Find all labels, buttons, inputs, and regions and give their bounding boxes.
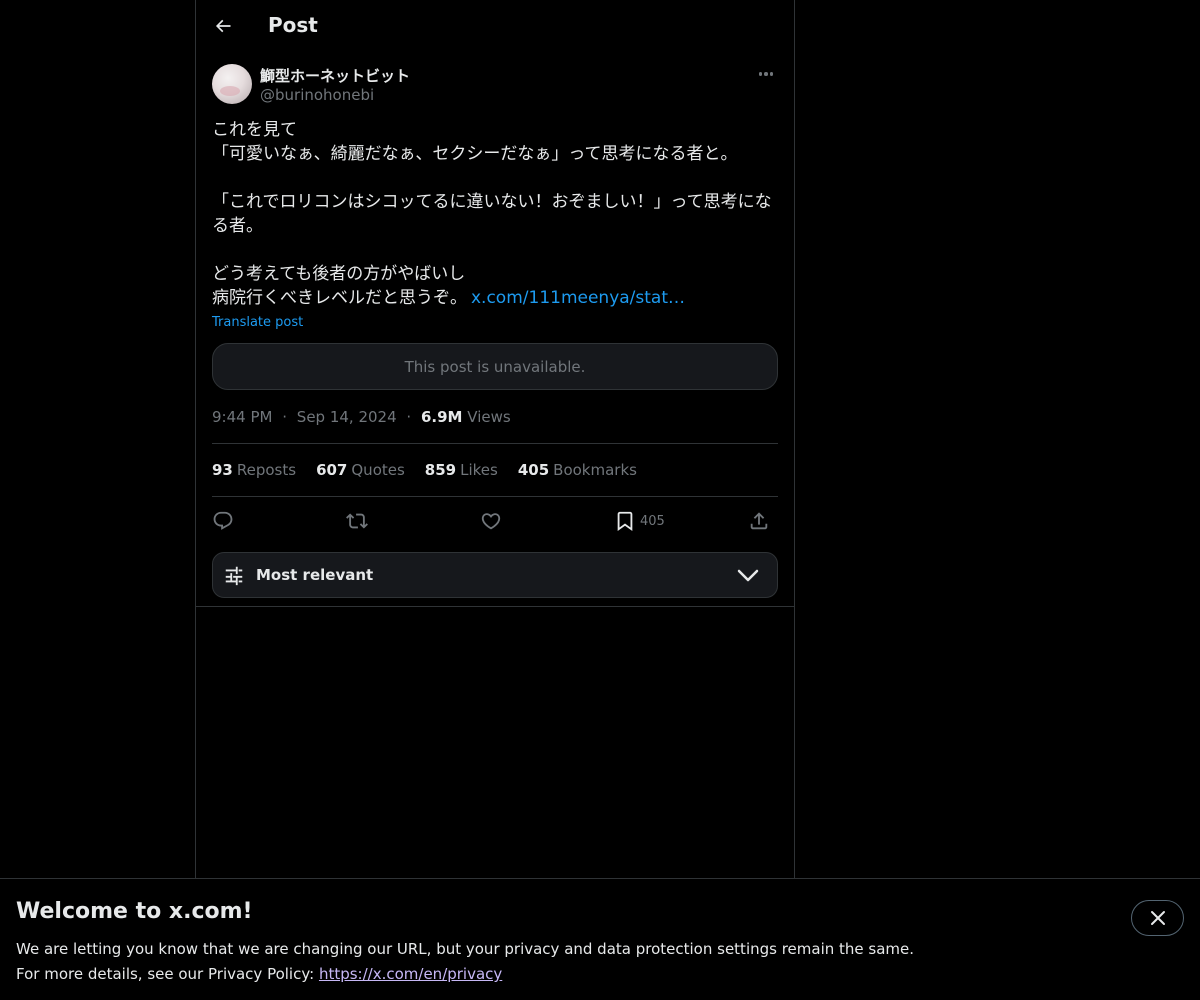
views-label: Views <box>467 408 511 426</box>
banner-line: We are letting you know that we are chan… <box>16 940 915 958</box>
top-bar: Post <box>196 0 794 53</box>
share-icon <box>750 512 768 530</box>
page-title: Post <box>268 13 318 37</box>
privacy-policy-link[interactable]: https://x.com/en/privacy <box>319 965 502 983</box>
reposts-count: 93 <box>212 461 233 479</box>
bookmarks-count: 405 <box>517 461 550 479</box>
reply-sort-dropdown[interactable]: Most relevant <box>212 552 778 598</box>
meta-separator: · <box>406 408 412 426</box>
likes-label: Likes <box>460 461 498 479</box>
reply-button[interactable] <box>212 508 234 534</box>
post-text-line: これを見て <box>212 120 297 140</box>
post-meta: 9:44 PM · Sep 14, 2024 · 6.9M Views <box>212 408 511 426</box>
chevron-down-icon <box>737 569 759 582</box>
bookmark-icon <box>617 511 633 532</box>
post-text: これを見て 「可愛いなぁ、綺麗だなぁ、セクシーだなぁ」って思考になる者と。 「こ… <box>212 118 778 310</box>
banner-line-2: For more details, see our Privacy Policy… <box>16 962 914 987</box>
likes-stat[interactable]: 859 Likes <box>425 461 498 479</box>
like-icon <box>481 513 501 530</box>
sort-label: Most relevant <box>256 566 374 584</box>
post-text-line: 病院行くべきレベルだと思うぞ。 <box>212 288 467 308</box>
divider <box>196 606 794 607</box>
like-button[interactable] <box>480 508 502 534</box>
repost-button[interactable] <box>346 508 368 534</box>
url-change-banner: Welcome to x.com! We are letting you kno… <box>0 878 1200 1000</box>
divider <box>212 443 778 444</box>
arrow-left-icon <box>215 19 231 33</box>
close-banner-button[interactable] <box>1131 900 1184 936</box>
post-stats: 93 Reposts 607 Quotes 859 Likes 405 Bookmark… <box>212 461 637 479</box>
post-author: 鰤型ホーネットビット @burinohonebi <box>212 64 778 108</box>
meta-separator: · <box>282 408 288 426</box>
action-bar: 405 <box>212 508 778 534</box>
post-text-line: る者。 <box>212 216 263 236</box>
post-text-line: 「これでロリコンはシコッてるに違いない！おぞましい！」って思考にな <box>212 192 772 212</box>
share-button[interactable] <box>748 508 770 534</box>
translate-post-link[interactable]: Translate post <box>212 315 303 330</box>
sliders-icon <box>225 566 243 586</box>
quoted-post-unavailable: This post is unavailable. <box>212 343 778 390</box>
quotes-label: Quotes <box>351 461 405 479</box>
post-text-line: 「可愛いなぁ、綺麗だなぁ、セクシーだなぁ」って思考になる者と。 <box>212 144 738 164</box>
more-icon[interactable] <box>754 64 778 84</box>
divider <box>212 496 778 497</box>
quotes-count: 607 <box>316 461 348 479</box>
author-name[interactable]: 鰤型ホーネットビット <box>260 65 410 86</box>
reposts-label: Reposts <box>236 461 297 479</box>
close-icon <box>1150 911 1165 925</box>
views-count: 6.9M <box>420 408 463 426</box>
post-time[interactable]: 9:44 PM <box>212 408 272 426</box>
post-text-line <box>212 238 778 262</box>
author-handle[interactable]: @burinohonebi <box>260 86 374 104</box>
banner-line-prefix: For more details, see our Privacy Policy… <box>16 965 319 983</box>
avatar[interactable] <box>212 64 252 104</box>
post-text-line: どう考えても後者の方がやばいし <box>212 264 466 284</box>
bookmarks-stat[interactable]: 405 Bookmarks <box>518 461 637 479</box>
likes-count: 859 <box>424 461 457 479</box>
bookmarks-label: Bookmarks <box>553 461 637 479</box>
back-button[interactable] <box>208 11 238 41</box>
post-link[interactable]: x.com/111meenya/stat… <box>471 288 685 308</box>
banner-title: Welcome to x.com! <box>16 899 253 924</box>
post-text-line <box>212 166 778 190</box>
post-column: Post 鰤型ホーネットビット @burinohonebi これを見て 「可愛い… <box>195 0 795 878</box>
post-date[interactable]: Sep 14, 2024 <box>297 408 397 426</box>
quotes-stat[interactable]: 607 Quotes <box>316 461 405 479</box>
post-text-last-line: 病院行くべきレベルだと思うぞ。 x.com/111meenya/stat… <box>212 286 778 310</box>
banner-text: We are letting you know that we are chan… <box>16 937 914 987</box>
bookmark-button[interactable]: 405 <box>614 508 665 534</box>
repost-icon <box>346 513 368 529</box>
reply-icon <box>213 511 233 530</box>
bookmark-count: 405 <box>640 513 665 529</box>
reposts-stat[interactable]: 93 Reposts <box>212 461 296 479</box>
